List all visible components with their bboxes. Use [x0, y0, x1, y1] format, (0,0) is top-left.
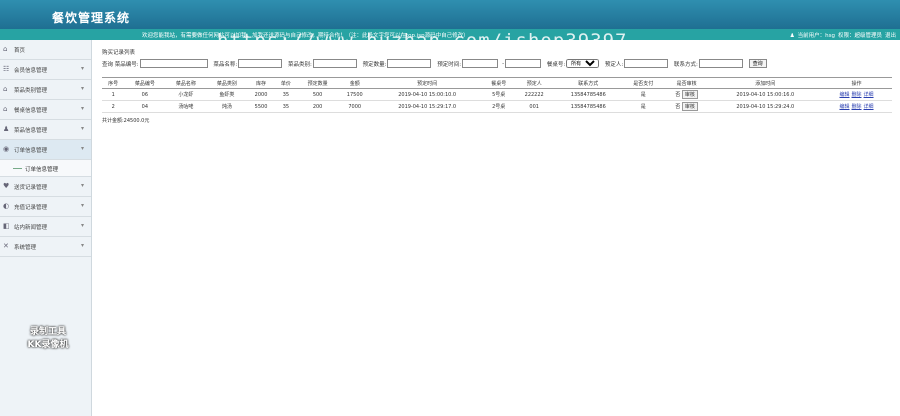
detail-link[interactable]: 详细 — [864, 104, 874, 110]
audit-button[interactable]: 审核 — [681, 102, 698, 111]
sidebar-item-dish-category[interactable]: ⌂ 菜品类别管理 ▾ — [0, 80, 91, 100]
edit-link[interactable]: 编辑 — [839, 92, 849, 98]
chevron-down-icon: ▾ — [80, 125, 84, 132]
users-icon: ☷ — [3, 65, 10, 73]
delete-link[interactable]: 删除 — [852, 104, 862, 110]
dish-category-label: 菜品类别: — [287, 61, 312, 68]
dish-icon: ⌂ — [3, 85, 8, 93]
time-label: 预定时间: — [437, 61, 462, 68]
user-icon: ♟ — [789, 33, 795, 39]
detail-link[interactable]: 详细 — [864, 92, 874, 98]
logout-link[interactable]: 退出 — [885, 33, 896, 39]
col-qty: 预定数量 — [297, 77, 339, 89]
sidebar-subitem-orders[interactable]: 订单信息管理 — [0, 160, 91, 177]
chevron-down-icon: ▾ — [80, 85, 84, 92]
table-row: 1 06 小龙虾 鱼虾类 2000 35 500 17500 2019-04-1… — [102, 88, 892, 101]
booker-input[interactable] — [624, 59, 669, 68]
home-icon: ⌂ — [3, 45, 8, 53]
sidebar: ⌂ 首页 ☷ 会员信息管理 ▾ ⌂ 菜品类别管理 ▾ ⌂ 餐桌信息管理 ▾ ♟ 菜品信息管理 ▾ … — [0, 40, 92, 416]
sidebar-item-orders[interactable]: ◉ 订单信息管理 ▾ — [0, 140, 91, 160]
chevron-down-icon: ▾ — [80, 105, 84, 112]
col-amount: 金额 — [338, 77, 372, 89]
app-header: 餐饮管理系统 — [0, 0, 900, 29]
audit-button[interactable]: 审核 — [681, 90, 698, 99]
chat-icon: ◉ — [3, 145, 10, 153]
settings-icon: ✕ — [3, 242, 9, 250]
chevron-down-icon: ▾ — [80, 202, 84, 209]
col-booker: 预定人 — [514, 77, 554, 89]
time-start-input[interactable] — [462, 59, 499, 68]
col-ops: 操作 — [821, 77, 892, 89]
section-title: 购买记录列表 — [102, 50, 136, 56]
qty-label: 预定数量: — [362, 61, 387, 68]
current-user: 当前用户：hsg — [797, 33, 835, 39]
col-paid: 是否支付 — [622, 77, 664, 89]
col-audited: 是否审核 — [663, 77, 710, 89]
delete-link[interactable]: 删除 — [852, 92, 862, 98]
chevron-down-icon: ▾ — [80, 242, 84, 249]
chevron-down-icon: ▾ — [80, 65, 84, 72]
search-button[interactable]: 查询 — [748, 59, 767, 68]
user-info: ♟ 当前用户：hsg 权限：超级管理员 退出 — [787, 31, 896, 39]
orders-table: 序号 菜品编号 菜品名称 菜品类别 库存 单价 预定数量 金额 预定时间 餐桌号… — [102, 77, 892, 113]
chevron-down-icon: ▾ — [80, 222, 84, 229]
qty-input[interactable] — [387, 59, 432, 68]
edit-link[interactable]: 编辑 — [839, 104, 849, 110]
sidebar-item-tables[interactable]: ⌂ 餐桌信息管理 ▾ — [0, 100, 91, 120]
table-no-select[interactable]: 所有 — [566, 59, 600, 68]
sidebar-item-recharge[interactable]: ◐ 充值记录管理 ▾ — [0, 197, 91, 217]
user-role: 权限：超级管理员 — [837, 33, 882, 39]
recorder-watermark: 录制工具 KK录像机 — [27, 327, 69, 350]
col-time: 预定时间 — [371, 77, 483, 89]
col-name: 菜品名称 — [165, 77, 207, 89]
search-bar: 查询 菜品编号: 菜品名称: 菜品类别: 预定数量: 预定时间: - 餐桌号: 所有… — [102, 59, 892, 70]
total-amount: 共计金额:24500.0元 — [102, 118, 150, 124]
sidebar-item-delivery[interactable]: ♥ 送货记录管理 ▾ — [0, 177, 91, 197]
chevron-down-icon: ▾ — [80, 182, 84, 189]
user-icon: ♟ — [3, 125, 10, 133]
heart-icon: ♥ — [3, 182, 10, 190]
table-icon: ⌂ — [3, 105, 8, 113]
phone-label: 联系方式: — [674, 61, 698, 68]
app-title: 餐饮管理系统 — [52, 11, 131, 25]
table-no-label: 餐桌号: — [546, 61, 566, 68]
sidebar-item-dishes[interactable]: ♟ 菜品信息管理 ▾ — [0, 120, 91, 140]
dish-code-input[interactable] — [139, 59, 208, 68]
main-content: 购买记录列表 查询 菜品编号: 菜品名称: 菜品类别: 预定数量: 预定时间: -… — [102, 48, 892, 124]
sidebar-item-home[interactable]: ⌂ 首页 — [0, 40, 91, 60]
query-label: 查询 — [102, 61, 114, 68]
phone-input[interactable] — [698, 59, 743, 68]
table-row: 2 04 汤咕咾 炖汤 5500 35 200 7000 2019-04-10 … — [102, 100, 892, 113]
col-phone: 联系方式 — [553, 77, 623, 89]
sidebar-item-members[interactable]: ☷ 会员信息管理 ▾ — [0, 60, 91, 80]
col-price: 单价 — [274, 77, 298, 89]
charge-icon: ◐ — [3, 202, 10, 210]
col-category: 菜品类别 — [206, 77, 248, 89]
dish-name-input[interactable] — [238, 59, 283, 68]
col-added: 添加时间 — [709, 77, 822, 89]
col-table: 餐桌号 — [482, 77, 515, 89]
table-header-row: 序号 菜品编号 菜品名称 菜品类别 库存 单价 预定数量 金额 预定时间 餐桌号… — [102, 77, 892, 89]
col-no: 序号 — [102, 77, 125, 89]
news-icon: ◧ — [3, 222, 10, 230]
sidebar-item-news[interactable]: ◧ 站内新闻管理 ▾ — [0, 217, 91, 237]
booker-label: 预定人: — [604, 61, 624, 68]
time-end-input[interactable] — [505, 59, 542, 68]
chevron-down-icon: ▾ — [80, 145, 84, 152]
col-code: 菜品编号 — [124, 77, 166, 89]
dish-name-label: 菜品名称: — [213, 61, 238, 68]
sidebar-item-system[interactable]: ✕ 系统管理 ▾ — [0, 237, 91, 257]
dish-category-input[interactable] — [312, 59, 357, 68]
col-stock: 库存 — [247, 77, 275, 89]
dish-code-label: 菜品编号: — [114, 61, 139, 68]
